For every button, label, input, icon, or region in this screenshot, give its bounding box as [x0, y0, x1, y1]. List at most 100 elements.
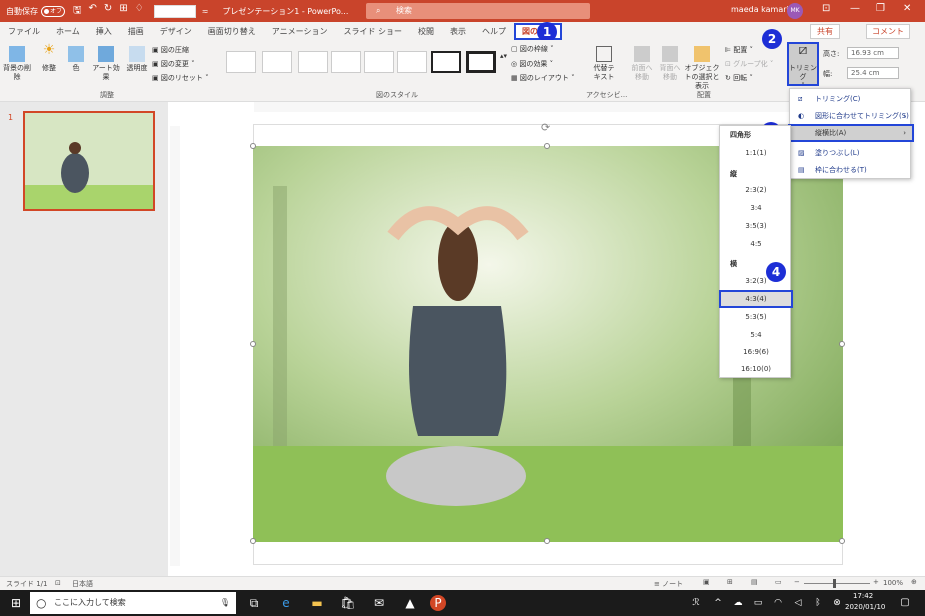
maximize-icon[interactable]: ❐ — [876, 3, 885, 14]
resize-handle[interactable] — [250, 538, 256, 544]
resize-handle[interactable] — [839, 538, 845, 544]
group-button[interactable]: ⊡ グループ化 ˅ — [725, 59, 773, 69]
edge-icon[interactable]: e — [278, 595, 294, 611]
language[interactable]: 日本語 — [72, 579, 93, 589]
picture-style-3[interactable] — [298, 51, 328, 73]
autosave-toggle[interactable]: オフ — [41, 5, 65, 17]
taskbar-search[interactable]: ○ ここに入力して検索 🎙 — [30, 592, 236, 614]
picture-style-6[interactable] — [397, 51, 427, 73]
search-input[interactable]: ⌕ 検索 — [366, 3, 590, 19]
resize-handle[interactable] — [250, 143, 256, 149]
slide-thumbnail[interactable] — [23, 111, 155, 211]
aspect-item-2-3[interactable]: 2:3(2) — [720, 186, 792, 194]
picture-style-5[interactable] — [364, 51, 394, 73]
aspect-item-16-9[interactable]: 16:9(6) — [720, 348, 792, 356]
zoom-level[interactable]: 100% — [883, 579, 903, 587]
network-icon[interactable]: ▭ — [750, 595, 766, 611]
color-button[interactable]: 色 — [66, 46, 86, 73]
crop-menu-item-aspect-ratio[interactable]: 縦横比(A) › — [788, 124, 914, 142]
crop-menu-item-crop[interactable]: ⧄ トリミング(C) — [790, 90, 912, 108]
tab-help[interactable]: ヘルプ — [474, 26, 514, 37]
notification-icon[interactable]: ▢ — [897, 595, 913, 611]
change-picture-button[interactable]: ▣ 図の変更 ˅ — [152, 59, 195, 69]
aspect-item-5-3[interactable]: 5:3(5) — [720, 313, 792, 321]
zoom-thumb[interactable] — [833, 579, 836, 588]
art-effects-button[interactable]: アート効果 — [89, 46, 123, 82]
tab-design[interactable]: デザイン — [152, 26, 200, 37]
crop-menu-item-fill[interactable]: ▨ 塗りつぶし(L) — [790, 144, 912, 162]
store-icon[interactable]: 🛍 — [340, 595, 356, 611]
font-size-box[interactable] — [153, 4, 196, 18]
bluetooth-icon[interactable]: ᛒ — [810, 595, 826, 611]
minimize-icon[interactable]: — — [850, 3, 860, 14]
picture-style-8[interactable] — [466, 51, 496, 73]
tab-animations[interactable]: アニメーション — [264, 26, 336, 37]
status-icon[interactable]: ⊗ — [829, 595, 845, 611]
undo-icon[interactable]: ↶ — [89, 3, 97, 20]
height-field[interactable]: 16.93 cm — [847, 47, 899, 59]
cloud-icon[interactable]: ☁ — [730, 595, 746, 611]
picture-style-7[interactable] — [431, 51, 461, 73]
resize-handle[interactable] — [839, 341, 845, 347]
bring-forward-button[interactable]: 前面へ移動 — [629, 46, 655, 82]
slideshow-view-icon[interactable]: ▭ — [775, 578, 782, 586]
reading-view-icon[interactable]: ▤ — [751, 578, 758, 586]
redo-icon[interactable]: ↻ — [104, 3, 112, 20]
comment-button[interactable]: コメント — [866, 24, 910, 39]
sorter-view-icon[interactable]: ⊞ — [727, 578, 733, 586]
remove-background-button[interactable]: 背景の削除 — [3, 46, 31, 82]
close-icon[interactable]: ✕ — [903, 3, 911, 14]
transparency-button[interactable]: 透明度 — [126, 46, 148, 73]
ribbon-display-icon[interactable]: ⊡ — [822, 3, 830, 14]
rotate-handle-icon[interactable]: ⟳ — [541, 121, 550, 134]
reset-picture-button[interactable]: ▣ 図のリセット ˅ — [152, 73, 209, 83]
width-field[interactable]: 25.4 cm — [847, 67, 899, 79]
accessibility-icon[interactable]: ⊡ — [55, 579, 61, 587]
layout-button[interactable]: ▦ 図のレイアウト ˅ — [511, 73, 575, 83]
clock-time[interactable]: 17:42 — [853, 592, 873, 600]
crop-menu-item-fit[interactable]: ▤ 枠に合わせる(T) — [790, 161, 912, 179]
explorer-icon[interactable]: ▬ — [309, 595, 325, 611]
aspect-item-4-3[interactable]: 4:3(4) — [719, 290, 793, 308]
share-button[interactable]: 共有 — [810, 24, 840, 39]
aspect-item-4-5[interactable]: 4:5 — [720, 240, 792, 248]
alt-text-button[interactable]: 代替テキスト — [591, 46, 617, 82]
resize-handle[interactable] — [250, 341, 256, 347]
corrections-button[interactable]: ☀ 修整 — [38, 43, 60, 73]
aspect-item-1-1[interactable]: 1:1(1) — [720, 149, 792, 157]
task-view-icon[interactable]: ⧉ — [246, 595, 262, 611]
picture-style-2[interactable] — [262, 51, 292, 73]
border-button[interactable]: ▢ 図の枠線 ˅ — [511, 44, 554, 54]
mic-icon[interactable]: 🎙 — [220, 592, 230, 614]
compress-button[interactable]: ▣ 図の圧縮 — [152, 45, 189, 55]
picture-style-4[interactable] — [331, 51, 361, 73]
tab-home[interactable]: ホーム — [48, 26, 88, 37]
send-backward-button[interactable]: 背面へ移動 — [657, 46, 683, 82]
windows-start-icon[interactable]: ⊞ — [8, 595, 24, 611]
user-name[interactable]: maeda kamari — [731, 5, 789, 14]
chevron-up-icon[interactable]: ^ — [710, 595, 726, 611]
styles-scroll-icon[interactable]: ▴▾ — [500, 52, 507, 60]
aspect-item-5-4[interactable]: 5:4 — [720, 331, 792, 339]
save-icon[interactable]: 🖫 — [73, 3, 82, 20]
clock-date[interactable]: 2020/01/10 — [845, 603, 885, 611]
format-painter-icon[interactable]: ♢ — [135, 3, 144, 20]
tab-file[interactable]: ファイル — [0, 26, 48, 37]
shape-icon[interactable]: ⊞ — [119, 3, 127, 20]
zoom-slider[interactable] — [804, 583, 870, 584]
zoom-out-icon[interactable]: − — [794, 578, 800, 586]
aspect-item-3-4[interactable]: 3:4 — [720, 204, 792, 212]
powerpoint-icon[interactable]: P — [430, 595, 446, 611]
resize-handle[interactable] — [544, 538, 550, 544]
normal-view-icon[interactable]: ▣ — [703, 578, 710, 586]
align-button[interactable]: ⊫ 配置 ˅ — [725, 45, 753, 55]
notes-button[interactable]: ≡ ノート — [654, 579, 683, 589]
effects-button[interactable]: ◎ 図の効果 ˅ — [511, 59, 553, 69]
wifi-icon[interactable]: ◠ — [770, 595, 786, 611]
people-icon[interactable]: ℛ — [688, 595, 704, 611]
tab-review[interactable]: 校閲 — [410, 26, 442, 37]
volume-icon[interactable]: ◁ — [790, 595, 806, 611]
resize-handle[interactable] — [544, 143, 550, 149]
customize-qa-icon[interactable]: ≂ — [202, 7, 209, 16]
crop-menu-item-shape[interactable]: ◐ 図形に合わせてトリミング(S) › — [790, 107, 912, 125]
